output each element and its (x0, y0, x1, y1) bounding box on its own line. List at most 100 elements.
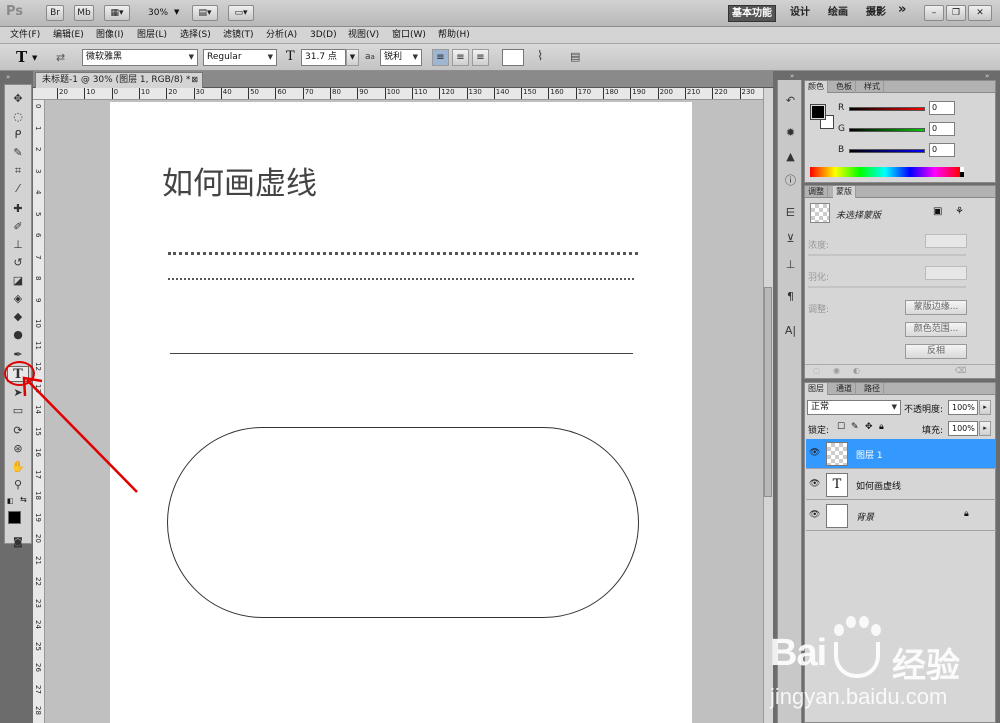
workspace-painting[interactable]: 绘画 (828, 6, 848, 20)
paragraph-panel-icon[interactable]: ¶ (782, 288, 799, 305)
layer-visibility-eye-icon[interactable]: 👁︎ (809, 448, 821, 458)
channel-r-value[interactable]: 0 (929, 101, 955, 115)
density-slider[interactable] (808, 254, 966, 256)
tab-styles[interactable]: 样式 (861, 81, 884, 93)
feather-input[interactable] (925, 266, 967, 280)
menu-select[interactable]: 选择(S) (180, 29, 211, 41)
workspace-essentials[interactable]: 基本功能 (728, 5, 776, 22)
dodge-tool-icon[interactable]: ● (7, 327, 29, 343)
blend-mode-select[interactable]: 正常 (807, 400, 901, 415)
tool-presets-icon[interactable]: ⊥ (782, 256, 799, 273)
clone-stamp-tool-icon[interactable]: ⊥ (7, 237, 29, 253)
document-tab[interactable]: 未标题-1 @ 30% (图层 1, RGB/8) * ⊠ (35, 72, 203, 88)
menu-analysis[interactable]: 分析(A) (266, 29, 297, 41)
move-tool-icon[interactable]: ✥ (7, 91, 29, 107)
load-selection-icon[interactable]: ◌ (813, 366, 820, 375)
zoom-chevron-down-icon[interactable]: ▼ (174, 8, 179, 16)
anti-alias-select[interactable]: 锐利 (380, 49, 422, 66)
vector-mask-icon[interactable]: ⚘ (955, 206, 964, 217)
channel-r-slider[interactable] (849, 107, 925, 111)
menu-window[interactable]: 窗口(W) (392, 29, 426, 41)
brush-presets-icon[interactable]: ⋿ (782, 204, 799, 221)
invert-button[interactable]: 反相 (905, 344, 967, 359)
lasso-tool-icon[interactable]: ᑭ (7, 127, 29, 143)
fill-slider-button[interactable]: ▸ (979, 421, 991, 436)
delete-mask-icon[interactable]: ⌫ (955, 366, 966, 375)
tab-layers[interactable]: 图层 (805, 383, 828, 395)
view-extras-button[interactable]: ▦▾ (104, 5, 130, 21)
apply-mask-icon[interactable]: ◉ (833, 366, 840, 375)
quick-selection-tool-icon[interactable]: ✎ (7, 145, 29, 161)
tab-adjustments[interactable]: 调整 (805, 186, 828, 198)
lock-transparent-icon[interactable]: ☐ (837, 422, 845, 432)
feather-slider[interactable] (808, 286, 966, 288)
restore-button[interactable]: ❐ (946, 5, 966, 21)
collapse-panels-icon[interactable]: » (985, 72, 989, 80)
close-button[interactable]: ✕ (968, 5, 992, 21)
screen-mode-button[interactable]: ▭▾ (228, 5, 254, 21)
channel-g-value[interactable]: 0 (929, 122, 955, 136)
marquee-tool-icon[interactable]: ◌ (7, 109, 29, 125)
document-canvas[interactable]: 如何画虚线 (110, 102, 692, 723)
histogram-panel-icon[interactable]: ▲ (782, 148, 799, 165)
blur-tool-icon[interactable]: ◆ (7, 309, 29, 325)
workspace-photography[interactable]: 摄影 (866, 6, 886, 20)
menu-help[interactable]: 帮助(H) (438, 29, 470, 41)
pixel-mask-icon[interactable]: ▣ (933, 206, 942, 217)
color-range-button[interactable]: 颜色范围... (905, 322, 967, 337)
tab-color[interactable]: 颜色 (805, 81, 828, 93)
more-workspaces-button[interactable]: » (898, 3, 906, 17)
layer-row-layer1[interactable]: 👁︎ 图层 1 (806, 439, 996, 469)
close-tab-icon[interactable]: ⊠ (191, 73, 198, 87)
font-size-dropdown[interactable]: ▼ (346, 49, 359, 66)
history-brush-tool-icon[interactable]: ↺ (7, 255, 29, 271)
menu-layer[interactable]: 图层(L) (137, 29, 167, 41)
font-family-select[interactable]: 微软雅黑 (82, 49, 198, 66)
bridge-button[interactable]: Br (46, 5, 64, 21)
history-panel-icon[interactable]: ↶ (782, 92, 799, 109)
zoom-level[interactable]: 30% (148, 8, 168, 18)
collapse-strip-icon[interactable]: » (790, 72, 794, 80)
channel-g-slider[interactable] (849, 128, 925, 132)
spectrum-black-chip[interactable] (960, 172, 964, 177)
type-tool-preset-icon[interactable]: T (16, 48, 27, 66)
channel-b-slider[interactable] (849, 149, 925, 153)
text-orientation-icon[interactable]: ⇄ (56, 51, 65, 64)
menu-3d[interactable]: 3D(D) (310, 29, 337, 41)
character-panel-icon[interactable]: ▤ (570, 50, 580, 63)
opacity-slider-button[interactable]: ▸ (979, 400, 991, 415)
layer-row-background[interactable]: 👁︎ 背景 🔒︎ (806, 501, 996, 531)
fill-input[interactable]: 100% (948, 421, 978, 436)
menu-filter[interactable]: 滤镜(T) (223, 29, 254, 41)
opacity-input[interactable]: 100% (948, 400, 978, 415)
foreground-color-swatch[interactable] (8, 511, 21, 524)
mask-edge-button[interactable]: 蒙版边缘... (905, 300, 967, 315)
default-colors-icon[interactable]: ◧ (7, 497, 14, 505)
quick-mask-icon[interactable]: ◙ (7, 535, 29, 551)
lock-all-icon[interactable]: 🔒︎ (879, 422, 884, 432)
healing-brush-tool-icon[interactable]: ✚ (7, 201, 29, 217)
scrollbar-thumb[interactable] (764, 287, 772, 497)
color-spectrum-bar[interactable] (810, 167, 960, 177)
navigator-panel-icon[interactable]: ✹ (782, 124, 799, 141)
layer-visibility-eye-icon[interactable]: 👁︎ (809, 479, 821, 489)
mini-bridge-button[interactable]: Mb (74, 5, 94, 21)
align-center-button[interactable]: ≡ (452, 49, 469, 66)
tab-paths[interactable]: 路径 (861, 383, 884, 395)
menu-file[interactable]: 文件(F) (10, 29, 40, 41)
font-style-select[interactable]: Regular (203, 49, 277, 66)
info-panel-icon[interactable]: ⓘ (782, 172, 799, 189)
crop-tool-icon[interactable]: ⌗ (7, 163, 29, 179)
tab-masks[interactable]: 蒙版 (833, 186, 856, 198)
align-left-button[interactable]: ≡ (432, 49, 449, 66)
clone-source-icon[interactable]: ⊻ (782, 230, 799, 247)
workspace-design[interactable]: 设计 (790, 6, 810, 20)
foreground-color-chip[interactable] (810, 104, 826, 120)
brush-tool-icon[interactable]: ✐ (7, 219, 29, 235)
tab-swatches[interactable]: 色板 (833, 81, 856, 93)
tool-preset-chevron-icon[interactable]: ▼ (32, 54, 37, 62)
tab-channels[interactable]: 通道 (833, 383, 856, 395)
lock-image-icon[interactable]: ✎ (851, 422, 859, 432)
eyedropper-tool-icon[interactable]: ⁄ (7, 181, 29, 197)
channel-b-value[interactable]: 0 (929, 143, 955, 157)
